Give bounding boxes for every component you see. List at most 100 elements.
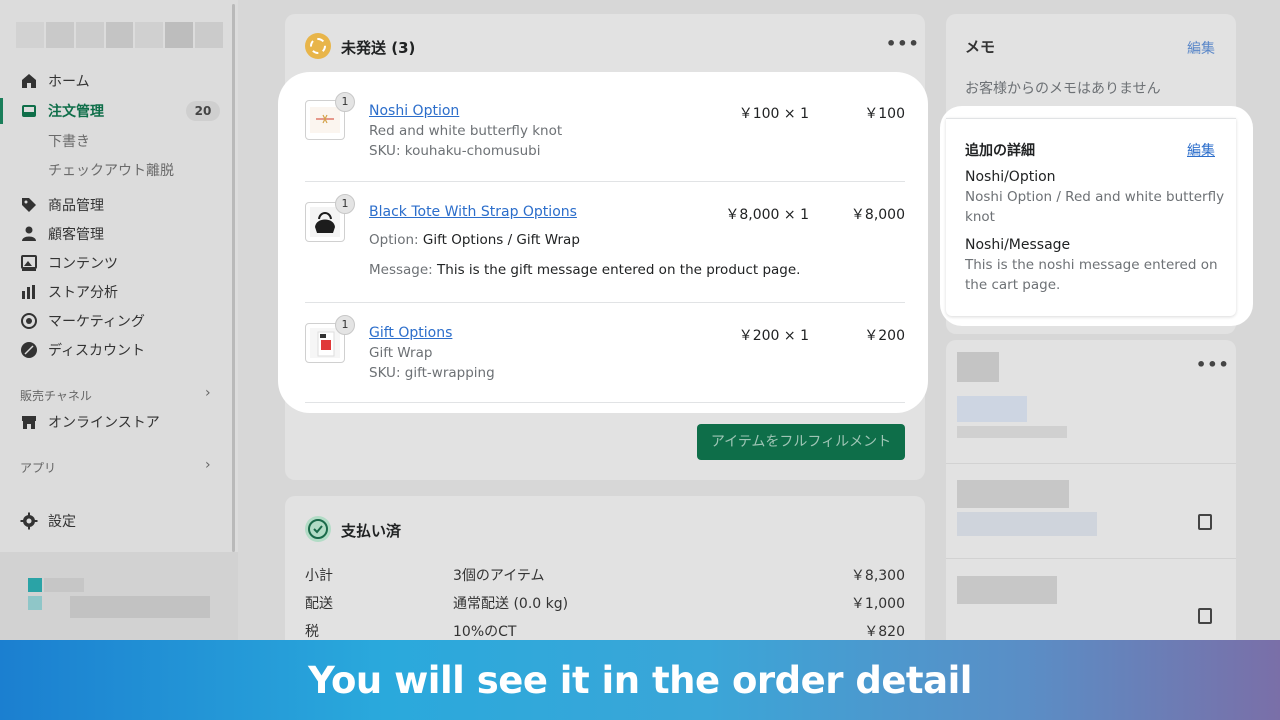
chevron-right-icon[interactable]: › bbox=[205, 385, 211, 401]
option-value: Gift Options / Gift Wrap bbox=[422, 232, 580, 248]
blurred-content bbox=[957, 576, 1057, 604]
sidebar-item-label: オンラインストア bbox=[48, 415, 160, 431]
line-item-unit-price: ￥200 × 1 bbox=[738, 328, 809, 344]
memo-edit-link[interactable]: 編集 bbox=[1187, 38, 1215, 58]
sidebar-item-settings[interactable]: 設定 bbox=[20, 508, 76, 534]
paid-check-icon bbox=[305, 516, 331, 542]
line-item-option: Option: Gift Options / Gift Wrap bbox=[369, 232, 580, 248]
sidebar-item-label: ディスカウント bbox=[48, 343, 146, 359]
sidebar-item-abandoned[interactable]: チェックアウト離脱 bbox=[48, 160, 174, 180]
discount-icon bbox=[20, 341, 38, 359]
content-icon bbox=[20, 254, 38, 272]
details-edit-link[interactable]: 編集 bbox=[1187, 140, 1215, 160]
sidebar-item-home[interactable]: ホーム bbox=[20, 68, 90, 94]
fulfill-items-button[interactable]: アイテムをフルフィルメント bbox=[697, 424, 905, 460]
sidebar-item-label: 顧客管理 bbox=[48, 227, 104, 243]
payment-title: 支払い済 bbox=[341, 522, 402, 540]
option-label: Option: bbox=[369, 232, 419, 248]
bar-chart-icon bbox=[20, 283, 38, 301]
divider bbox=[305, 302, 905, 303]
payment-row: 小計 3個のアイテム ￥8,300 bbox=[305, 565, 905, 585]
line-item-total: ￥8,000 bbox=[850, 207, 905, 223]
line-item: 1 Gift Options Gift Wrap SKU: gift-wrapp… bbox=[305, 315, 905, 385]
memo-title: メモ bbox=[965, 38, 996, 56]
line-item-total: ￥100 bbox=[864, 106, 905, 122]
caption-banner: You will see it in the order detail bbox=[0, 640, 1280, 720]
divider bbox=[946, 558, 1236, 559]
payment-row: 配送 通常配送 (0.0 kg) ￥1,000 bbox=[305, 593, 905, 613]
payment-row-desc: 3個のアイテム bbox=[453, 568, 545, 584]
blurred-content bbox=[957, 396, 1027, 422]
home-icon bbox=[20, 72, 38, 90]
store-icon bbox=[20, 413, 38, 431]
memo-empty-text: お客様からのメモはありません bbox=[965, 81, 1161, 97]
additional-details-title: 追加の詳細 bbox=[965, 143, 1035, 159]
sidebar-item-drafts[interactable]: 下書き bbox=[48, 131, 90, 151]
target-icon bbox=[20, 312, 38, 330]
line-item-variant: Gift Wrap bbox=[369, 345, 433, 361]
detail-key: Noshi/Option bbox=[965, 169, 1056, 185]
sidebar-item-products[interactable]: 商品管理 bbox=[20, 192, 104, 218]
unfulfilled-status-icon bbox=[305, 33, 331, 59]
orders-count-badge: 20 bbox=[186, 101, 220, 121]
clipboard-icon[interactable] bbox=[1198, 608, 1212, 624]
more-options-icon[interactable]: ••• bbox=[886, 34, 920, 53]
chevron-right-icon[interactable]: › bbox=[205, 457, 211, 473]
payment-row-label: 配送 bbox=[305, 596, 333, 612]
store-logo-blurred bbox=[16, 22, 224, 48]
sidebar-item-online-store[interactable]: オンラインストア bbox=[20, 409, 160, 435]
sidebar-item-orders[interactable]: 注文管理 bbox=[20, 98, 104, 124]
payment-row-label: 税 bbox=[305, 624, 319, 640]
sidebar: ホーム 注文管理 20 下書き チェックアウト離脱 商品管理 顧客管理 コンテン… bbox=[0, 0, 238, 640]
line-item-unit-price: ￥100 × 1 bbox=[738, 106, 809, 122]
message-label: Message: bbox=[369, 262, 433, 278]
line-item: 1 Black Tote With Strap Options Option: … bbox=[305, 194, 905, 284]
detail-value: This is the noshi message entered on the… bbox=[965, 257, 1218, 293]
line-item-title-link[interactable]: Gift Options bbox=[369, 325, 452, 341]
detail-key: Noshi/Message bbox=[965, 237, 1071, 253]
payment-row: 税 10%のCT ￥820 bbox=[305, 621, 905, 641]
sidebar-item-label: 注文管理 bbox=[48, 104, 104, 120]
quantity-badge: 1 bbox=[335, 194, 355, 214]
sales-channels-heading: 販売チャネル bbox=[20, 389, 92, 403]
account-blurred bbox=[0, 552, 238, 640]
sidebar-item-label: 商品管理 bbox=[48, 198, 104, 214]
line-item-sku: SKU: gift-wrapping bbox=[369, 365, 495, 381]
line-item: 1 Noshi Option Red and white butterfly k… bbox=[305, 92, 905, 162]
divider bbox=[305, 181, 905, 182]
inbox-icon bbox=[20, 102, 38, 120]
sidebar-item-label: マーケティング bbox=[48, 314, 145, 330]
divider bbox=[946, 463, 1236, 464]
message-value: This is the gift message entered on the … bbox=[437, 262, 801, 278]
sidebar-item-content[interactable]: コンテンツ bbox=[20, 250, 118, 276]
gear-icon bbox=[20, 512, 38, 530]
line-item-sku: SKU: kouhaku-chomusubi bbox=[369, 143, 541, 159]
sidebar-item-marketing[interactable]: マーケティング bbox=[20, 308, 145, 334]
payment-row-amount: ￥820 bbox=[864, 624, 905, 640]
blurred-content bbox=[957, 426, 1067, 438]
more-options-icon[interactable]: ••• bbox=[1196, 355, 1230, 374]
sidebar-item-analytics[interactable]: ストア分析 bbox=[20, 279, 118, 305]
payment-row-desc: 通常配送 (0.0 kg) bbox=[453, 596, 569, 612]
detail-value: Noshi Option / Red and white butterfly k… bbox=[965, 189, 1225, 225]
divider bbox=[305, 402, 905, 403]
line-item-title-link[interactable]: Noshi Option bbox=[369, 103, 459, 119]
sidebar-item-label: 設定 bbox=[48, 514, 76, 530]
sidebar-item-label: コンテンツ bbox=[48, 256, 118, 272]
clipboard-icon[interactable] bbox=[1198, 514, 1212, 530]
payment-row-desc: 10%のCT bbox=[453, 624, 517, 640]
blurred-content bbox=[957, 512, 1097, 536]
payment-row-amount: ￥8,300 bbox=[850, 568, 905, 584]
unfulfilled-title: 未発送 (3) bbox=[341, 39, 416, 57]
quantity-badge: 1 bbox=[335, 315, 355, 335]
sidebar-item-discounts[interactable]: ディスカウント bbox=[20, 337, 145, 363]
payment-row-amount: ￥1,000 bbox=[850, 596, 905, 612]
sidebar-item-customers[interactable]: 顧客管理 bbox=[20, 221, 104, 247]
payment-row-label: 小計 bbox=[305, 568, 333, 584]
sidebar-scrollbar[interactable] bbox=[232, 4, 235, 552]
line-item-title-link[interactable]: Black Tote With Strap Options bbox=[369, 204, 577, 220]
caption-text: You will see it in the order detail bbox=[308, 658, 972, 702]
quantity-badge: 1 bbox=[335, 92, 355, 112]
sidebar-item-label: ストア分析 bbox=[48, 285, 118, 301]
active-indicator bbox=[0, 98, 3, 124]
